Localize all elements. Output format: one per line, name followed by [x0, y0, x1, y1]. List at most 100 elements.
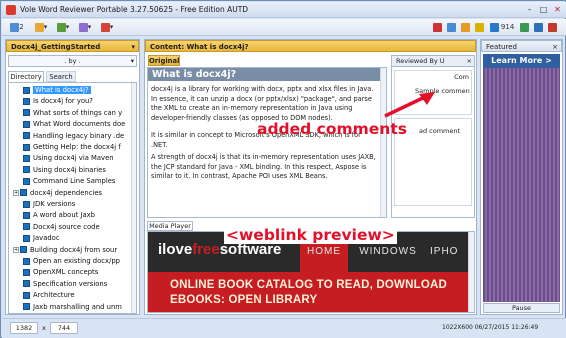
tree-item-label: Docx4j source code — [33, 222, 100, 231]
close-button[interactable]: ✕ — [552, 5, 563, 15]
page-icon — [20, 189, 27, 197]
document-icon — [10, 22, 20, 32]
featured-image[interactable]: Learn More > — [483, 54, 560, 302]
close-icon[interactable]: × — [467, 56, 472, 66]
page-icon — [23, 120, 30, 128]
toolbar-flag-icon[interactable] — [432, 22, 443, 33]
page-icon — [23, 257, 30, 265]
page-icon — [23, 109, 30, 117]
tree-item[interactable]: What is docx4j? — [13, 85, 91, 96]
tree-item-label: docx4j dependencies — [30, 188, 103, 197]
pin-icon[interactable]: ▾ — [131, 41, 135, 53]
media-scrollbar[interactable] — [468, 232, 474, 312]
app-icon — [6, 5, 16, 15]
tree-item[interactable]: Using docx4j via Maven — [13, 153, 114, 164]
toolbar-exit-icon[interactable] — [547, 22, 558, 33]
tree-item-label: Jaxb marshalling and unm — [33, 302, 122, 311]
weblink-preview-annotation: <weblink preview> — [224, 226, 397, 244]
tree-item[interactable]: Javadoc — [13, 233, 60, 244]
doc-heading: What is docx4j? — [148, 68, 380, 81]
page-icon — [23, 200, 30, 208]
minimize-button[interactable]: – — [524, 5, 535, 15]
save-icon — [56, 22, 66, 32]
maximize-button[interactable]: □ — [538, 5, 549, 15]
tree-item[interactable]: Command Line Samples — [13, 176, 115, 187]
page-icon — [23, 177, 30, 185]
toolbar-dropdown-2[interactable]: ▾ — [32, 22, 50, 33]
toolbar-counter[interactable]: 914 — [489, 22, 515, 33]
tree-item[interactable]: Specification versions — [13, 279, 107, 290]
tree-scrollbar[interactable] — [131, 83, 136, 313]
tree-item-label: Specification versions — [33, 279, 108, 288]
toolbar-grid-icon[interactable] — [446, 22, 457, 33]
tree-item[interactable]: Getting Help: the docx4j f — [13, 142, 121, 153]
page-icon — [23, 291, 30, 299]
tree-item[interactable]: Docx4j source code — [13, 222, 100, 233]
tree-item-label: A word about Jaxb — [33, 211, 95, 220]
settings-icon — [100, 22, 110, 32]
web-article-title: ONLINE BOOK CATALOG TO READ, DOWNLOAD EB… — [170, 279, 447, 306]
tab-search[interactable]: Search — [46, 71, 76, 82]
left-panel-header: Docx4j_GettingStarted ▾ — [6, 40, 139, 52]
pause-button[interactable]: Pause — [483, 303, 560, 313]
tree-item-label: Architecture — [33, 291, 75, 300]
tree-item[interactable]: OpenXML concepts — [13, 267, 98, 278]
toolbar: 2 ▾ ▾ ▾ ▾ 914 — [2, 19, 566, 36]
tree-item[interactable]: A word about Jaxb — [13, 210, 95, 221]
page-icon — [23, 86, 30, 94]
toolbar-dropdown-5[interactable]: ▾ — [98, 22, 116, 33]
toolbar-chart-icon[interactable] — [460, 22, 471, 33]
status-bar: 1382 x 744 1022X600 06/27/2015 11:26:49 — [2, 318, 566, 338]
tree-item-label: Javadoc — [33, 234, 60, 243]
add-comment-link[interactable]: ad comment — [419, 127, 460, 135]
toolbar-star-icon[interactable] — [474, 22, 485, 33]
tree-item[interactable]: + docx4j dependencies — [13, 188, 102, 199]
expand-icon[interactable]: + — [13, 246, 19, 253]
page-icon — [23, 143, 30, 151]
toolbar-dropdown-3[interactable]: ▾ — [54, 22, 72, 33]
app-window: Vole Word Reviewer Portable 3.27.50625 -… — [0, 0, 566, 338]
tree-item[interactable]: Is docx4j for you? — [13, 96, 93, 107]
page-icon — [23, 223, 30, 231]
tab-directory[interactable]: Directory — [8, 71, 44, 82]
tree-item[interactable]: Architecture — [13, 290, 75, 301]
tab-reviewed-by[interactable]: Reviewed By U × — [392, 56, 474, 67]
toolbar-dropdown-1[interactable]: 2 — [6, 22, 28, 33]
tree-item-label: What Word documents doe — [33, 120, 126, 129]
web-article-banner[interactable]: ONLINE BOOK CATALOG TO READ, DOWNLOAD EB… — [148, 272, 468, 312]
toolbar-help-icon[interactable] — [519, 22, 530, 33]
tree-item[interactable]: Open an existing docx/pp — [13, 256, 120, 267]
tree-item-label: Handling legacy binary .de — [33, 131, 125, 140]
tree-item[interactable]: Jaxb marshalling and unm — [13, 302, 122, 313]
left-panel: Docx4j_GettingStarted ▾ . by . ▾ Directo… — [5, 39, 140, 315]
tab-original[interactable]: Original — [148, 55, 180, 66]
tree-item-label: What is docx4j? — [33, 86, 91, 94]
tree-item[interactable]: Handling legacy binary .de — [13, 131, 124, 142]
tree-item[interactable]: + Building docx4j from sour — [13, 245, 117, 256]
tree-item[interactable]: JDK versions — [13, 199, 75, 210]
doc-paragraph-1: docx4j is a library for working with doc… — [151, 85, 374, 122]
added-comments-annotation: added comments — [257, 120, 407, 138]
chevron-down-icon: ▾ — [130, 57, 134, 65]
tree-item[interactable]: Using docx4j binaries — [13, 165, 106, 176]
learn-more-button[interactable]: Learn More > — [483, 54, 560, 68]
tree-item[interactable]: What Word documents doe — [13, 119, 125, 130]
document-view: What is docx4j? docx4j is a library for … — [147, 67, 387, 218]
page-icon — [23, 234, 30, 242]
window-title: Vole Word Reviewer Portable 3.27.50625 -… — [20, 5, 249, 14]
sort-dropdown[interactable]: . by . ▾ — [8, 55, 137, 67]
featured-header: Featured × — [481, 40, 562, 52]
toolbar-info-icon[interactable] — [533, 22, 544, 33]
toolbar-dropdown-4[interactable]: ▾ — [76, 22, 94, 33]
expand-icon[interactable]: + — [13, 189, 19, 196]
tree-item-label: Command Line Samples — [33, 177, 116, 186]
tree-item-label: JDK versions — [33, 200, 76, 208]
tree-item[interactable]: What sorts of things can y — [13, 108, 122, 119]
close-icon[interactable]: × — [552, 41, 558, 53]
tree-item-label: Is docx4j for you? — [33, 97, 93, 106]
status-field-2: 744 — [50, 322, 78, 334]
tree-item-label: Building docx4j from sour — [30, 245, 118, 254]
web-nav-iphone[interactable]: IPHO — [430, 232, 468, 272]
page-icon — [23, 166, 30, 174]
tab-media-player[interactable]: Media Player — [147, 221, 193, 231]
